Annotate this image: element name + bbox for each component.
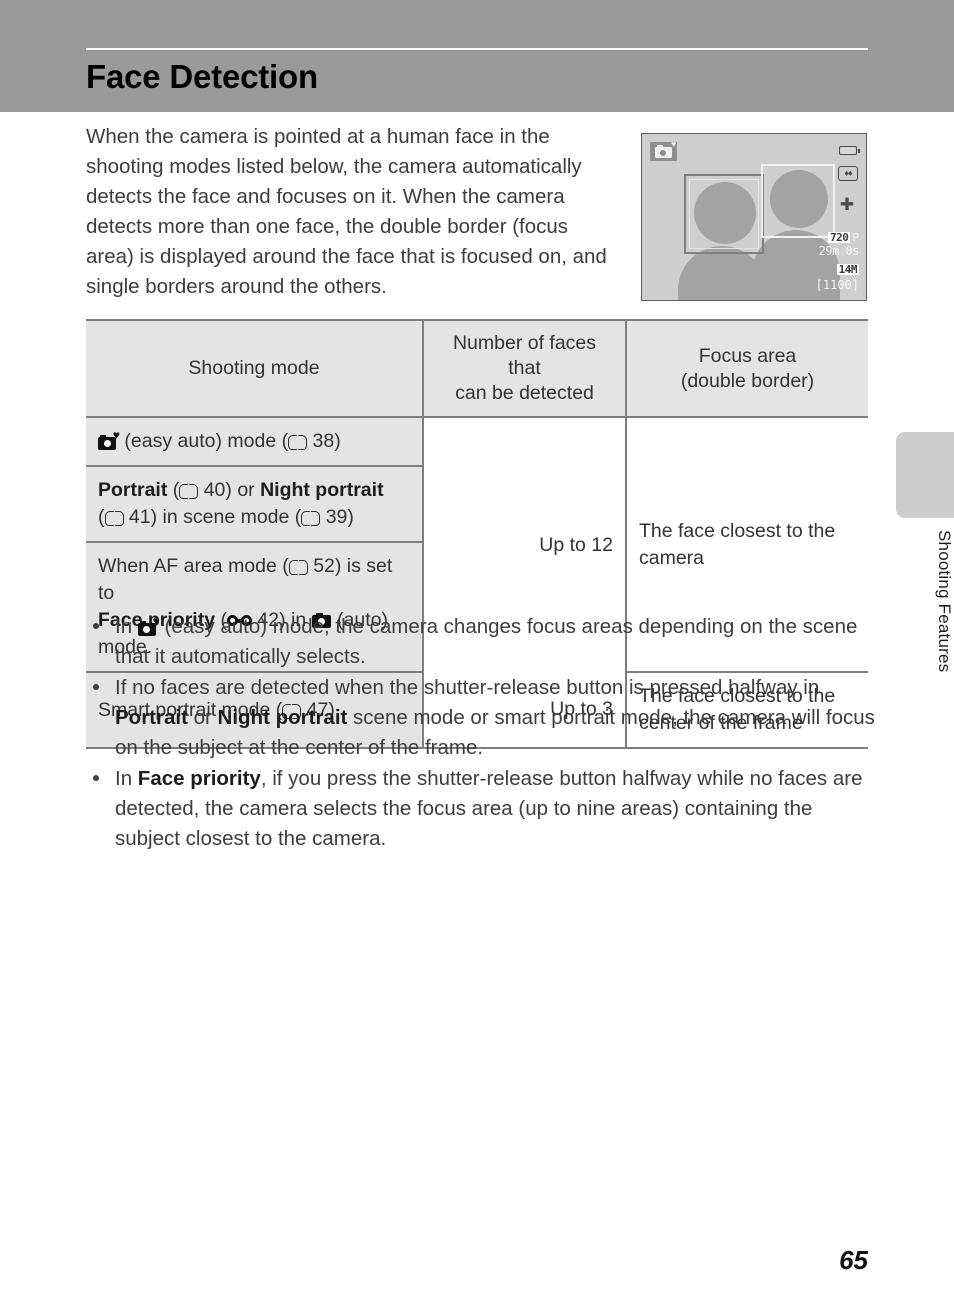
easy-auto-icon: ♥ [98, 429, 120, 450]
easy-auto-icon [655, 144, 672, 158]
heart-icon: ♥ [671, 139, 677, 149]
bullet-dot-icon [93, 775, 99, 781]
table-header-row: Shooting mode Number of faces that can b… [86, 320, 868, 417]
t2: ) or [225, 479, 261, 501]
column-header-shooting-mode: Shooting mode [86, 320, 423, 417]
page-41: 41 [128, 506, 151, 528]
table-row-easy-auto: ♥ (easy auto) mode ( 38) Up to 12 The fa… [86, 417, 868, 673]
vibration-reduction-icon: ♦♦ [838, 166, 858, 181]
section-tab-label: Shooting Features [935, 530, 954, 673]
lcd-record-time: 29m 0s [818, 244, 860, 259]
t1: When AF area mode ( [98, 555, 289, 577]
camera-lcd-illustration: ♥ ♦♦ ✚ 720 P 29m 0s 14M [1100] [641, 133, 867, 301]
lcd-screen: ♥ ♦♦ ✚ 720 P 29m 0s 14M [1100] [642, 134, 866, 300]
bullet-2-t1: If no faces are detected when the shutte… [115, 676, 820, 699]
easy-auto-icon: ♥ [137, 615, 160, 636]
lcd-readout-group: 720 P 29m 0s 14M [1100] [815, 232, 860, 293]
t5: ) [347, 506, 354, 528]
bullet-1-pre: In [115, 615, 138, 638]
page-number: 65 [839, 1245, 868, 1275]
column-header-focus-area: Focus area (double border) [625, 320, 868, 417]
battery-icon [839, 146, 860, 155]
notes-bullet-list: In ♥ (easy auto) mode, the camera change… [86, 612, 876, 855]
cell-mode-easy-auto: ♥ (easy auto) mode ( 38) [86, 417, 423, 467]
bullet-1-post: (easy auto) mode, the camera changes foc… [115, 615, 858, 668]
focus-area-double-border-inner [689, 179, 759, 249]
book-reference-icon [288, 435, 308, 450]
document-page: Face Detection When the camera is pointe… [0, 0, 954, 1314]
focus-area-single-border [761, 164, 835, 238]
movie-quality-value: 720 [828, 230, 851, 244]
focus-header-line1: Focus area [698, 344, 797, 367]
focus-header-line2: (double border) [680, 369, 815, 392]
page-title: Face Detection [86, 58, 318, 95]
t4: ) in scene mode ( [150, 506, 302, 528]
header-divider-rule [86, 48, 868, 50]
bullet-dot-icon [93, 623, 99, 629]
page-39: 39 [325, 506, 348, 528]
camera-shake-warning-icon: ✚ [839, 195, 855, 214]
column-header-number-of-faces: Number of faces that can be detected [422, 320, 626, 417]
intro-paragraph: When the camera is pointed at a human fa… [86, 125, 607, 298]
mode-text-close: ) [334, 430, 341, 452]
cell-mode-portrait: Portrait ( 40) or Night portrait ( 41) i… [86, 466, 423, 543]
bullet-2-t2: or [187, 706, 218, 729]
faces-header-line1: Number of faces that [452, 332, 597, 379]
bullet-3-b1: Face priority [137, 767, 261, 790]
book-reference-icon [301, 511, 321, 526]
bullet-3-t1: In [115, 767, 138, 790]
night-portrait-bold: Night portrait [260, 479, 384, 501]
portrait-bold: Portrait [98, 479, 168, 501]
bullet-2-b1: Portrait [115, 706, 188, 729]
mode-text: (easy auto) mode ( [124, 430, 289, 452]
section-tab-marker [896, 432, 954, 518]
bullet-dot-icon [93, 684, 99, 690]
faces-header-line2: can be detected [455, 382, 594, 404]
bullet-2-b2: Night portrait [217, 706, 348, 729]
page-52: 52 [313, 555, 335, 577]
lcd-image-size: 14M [836, 262, 859, 276]
movie-quality-suffix: P [852, 230, 859, 244]
mode-page-ref: 38 [312, 430, 335, 452]
list-item: In Face priority, if you press the shutt… [86, 764, 876, 854]
list-item: In ♥ (easy auto) mode, the camera change… [86, 612, 876, 672]
page-40: 40 [203, 479, 226, 501]
lcd-movie-quality: 720 P [816, 232, 859, 244]
book-reference-icon [179, 484, 199, 499]
list-item: If no faces are detected when the shutte… [86, 673, 876, 763]
book-reference-icon [104, 511, 124, 526]
lcd-shots-remaining: [1100] [815, 278, 859, 293]
book-reference-icon [288, 560, 308, 575]
